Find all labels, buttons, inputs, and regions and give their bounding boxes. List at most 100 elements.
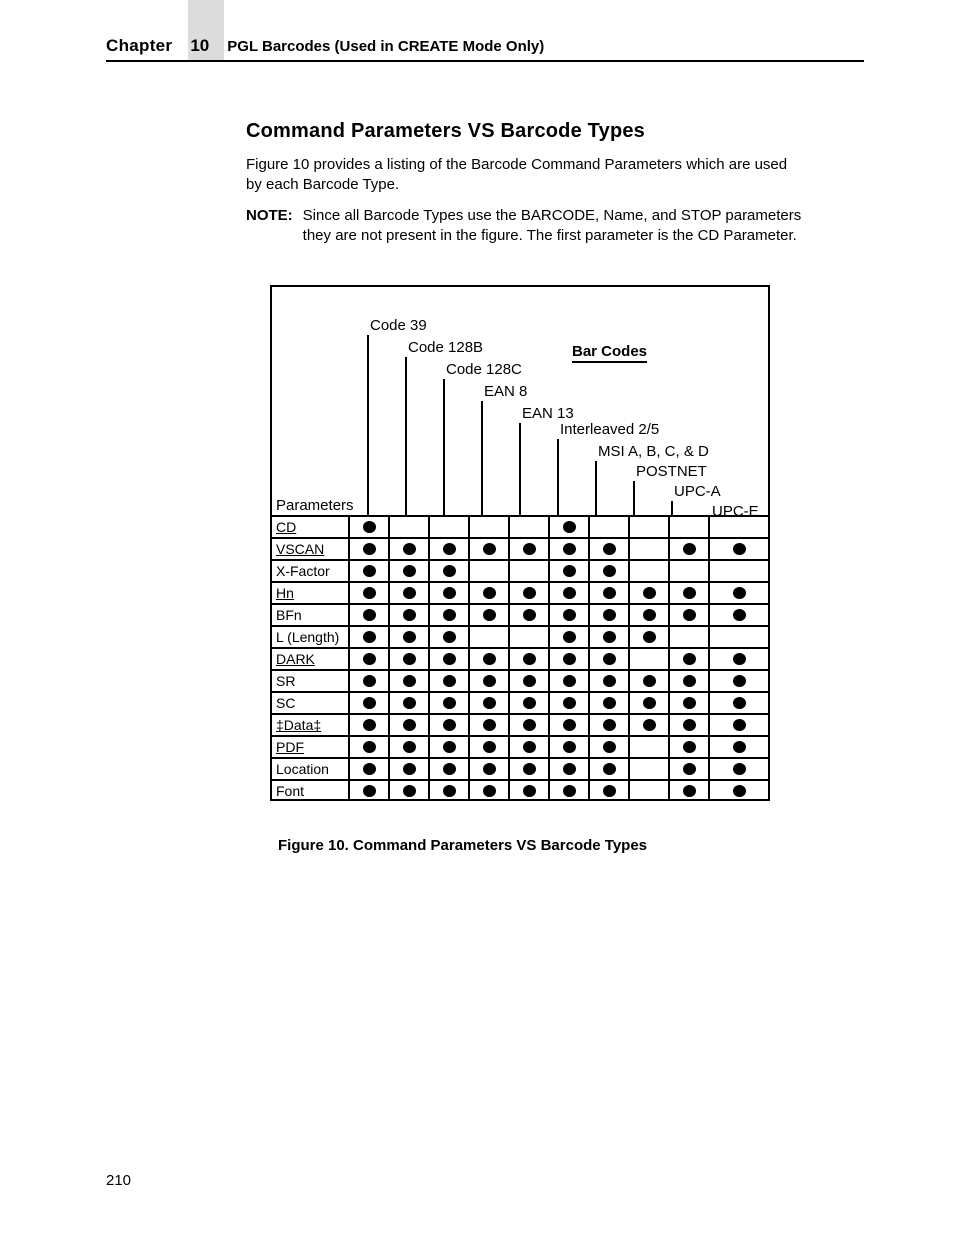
table-cell bbox=[430, 605, 470, 625]
dot-icon bbox=[603, 565, 616, 577]
table-cell bbox=[670, 517, 710, 537]
table-cell bbox=[430, 737, 470, 757]
dot-icon bbox=[603, 631, 616, 643]
table-cell bbox=[470, 649, 510, 669]
table-cell bbox=[470, 693, 510, 713]
table-cell bbox=[390, 737, 430, 757]
table-cell bbox=[710, 715, 768, 735]
dot-icon bbox=[363, 587, 376, 599]
table-cell bbox=[470, 715, 510, 735]
dot-icon bbox=[603, 741, 616, 753]
table-cell bbox=[710, 539, 768, 559]
dot-icon bbox=[603, 697, 616, 709]
dot-icon bbox=[403, 763, 416, 775]
dot-icon bbox=[733, 763, 746, 775]
table-cell bbox=[430, 693, 470, 713]
dot-icon bbox=[563, 609, 576, 621]
table-cell bbox=[630, 605, 670, 625]
table-cell bbox=[430, 627, 470, 647]
parameter-label: Font bbox=[272, 781, 350, 801]
table-cell bbox=[710, 693, 768, 713]
dot-icon bbox=[683, 543, 696, 555]
table-cell bbox=[470, 759, 510, 779]
parameter-label: Hn bbox=[272, 583, 350, 603]
dot-icon bbox=[683, 653, 696, 665]
table-cell bbox=[430, 759, 470, 779]
dot-icon bbox=[603, 763, 616, 775]
dot-icon bbox=[483, 763, 496, 775]
table-cell bbox=[550, 671, 590, 691]
table-cell bbox=[710, 561, 768, 581]
column-header: MSI A, B, C, & D bbox=[598, 443, 709, 460]
table-cell bbox=[630, 627, 670, 647]
dot-icon bbox=[363, 521, 376, 533]
table-cell bbox=[350, 671, 390, 691]
table-cell bbox=[430, 583, 470, 603]
figure: - - Bar Codes Code 39Code 128BCode 128CE… bbox=[270, 285, 780, 854]
table-cell bbox=[510, 671, 550, 691]
dot-icon bbox=[483, 587, 496, 599]
table-cell bbox=[510, 759, 550, 779]
dot-icon bbox=[483, 675, 496, 687]
table-cell bbox=[710, 517, 768, 537]
column-divider bbox=[405, 357, 407, 515]
parameter-label: ‡Data‡ bbox=[272, 715, 350, 735]
table-cell bbox=[590, 649, 630, 669]
parameter-label: BFn bbox=[272, 605, 350, 625]
section-title: Command Parameters VS Barcode Types bbox=[246, 120, 806, 143]
dot-icon bbox=[603, 675, 616, 687]
table-cell bbox=[670, 561, 710, 581]
dot-icon bbox=[443, 587, 456, 599]
table-cell bbox=[470, 583, 510, 603]
dot-icon bbox=[443, 697, 456, 709]
column-header: POSTNET bbox=[636, 463, 707, 480]
table-cell bbox=[350, 627, 390, 647]
dot-icon bbox=[523, 609, 536, 621]
table-row: Hn bbox=[272, 581, 768, 603]
parameter-label: SR bbox=[272, 671, 350, 691]
dot-icon bbox=[523, 653, 536, 665]
table-cell bbox=[430, 649, 470, 669]
dot-icon bbox=[483, 741, 496, 753]
column-divider bbox=[367, 335, 369, 515]
dot-icon bbox=[523, 719, 536, 731]
dot-icon bbox=[403, 697, 416, 709]
dash-mark: - - bbox=[679, 277, 698, 293]
dot-icon bbox=[683, 741, 696, 753]
table-cell bbox=[550, 583, 590, 603]
dot-icon bbox=[483, 653, 496, 665]
dot-icon bbox=[363, 785, 376, 797]
table-cell bbox=[630, 649, 670, 669]
table-cell bbox=[430, 517, 470, 537]
table-cell bbox=[350, 649, 390, 669]
table-cell bbox=[430, 781, 470, 801]
table-row: Font bbox=[272, 779, 768, 801]
table-cell bbox=[670, 693, 710, 713]
dot-icon bbox=[403, 631, 416, 643]
table-cell bbox=[590, 561, 630, 581]
table-cell bbox=[670, 715, 710, 735]
table-cell bbox=[670, 759, 710, 779]
column-divider bbox=[557, 439, 559, 515]
dot-icon bbox=[443, 609, 456, 621]
dot-icon bbox=[443, 763, 456, 775]
table-row: SR bbox=[272, 669, 768, 691]
table-cell bbox=[670, 649, 710, 669]
column-header: UPC-A bbox=[674, 483, 721, 500]
dot-icon bbox=[733, 609, 746, 621]
table-cell bbox=[590, 781, 630, 801]
column-divider bbox=[633, 481, 635, 515]
table-cell bbox=[630, 583, 670, 603]
table-cell bbox=[550, 649, 590, 669]
table-cell bbox=[710, 583, 768, 603]
dot-icon bbox=[403, 609, 416, 621]
table-cell bbox=[630, 715, 670, 735]
dot-icon bbox=[733, 543, 746, 555]
dot-icon bbox=[403, 675, 416, 687]
table-cell bbox=[630, 781, 670, 801]
table-cell bbox=[510, 561, 550, 581]
table-cell bbox=[550, 517, 590, 537]
table-cell bbox=[630, 671, 670, 691]
dot-icon bbox=[603, 785, 616, 797]
table-cell bbox=[710, 671, 768, 691]
